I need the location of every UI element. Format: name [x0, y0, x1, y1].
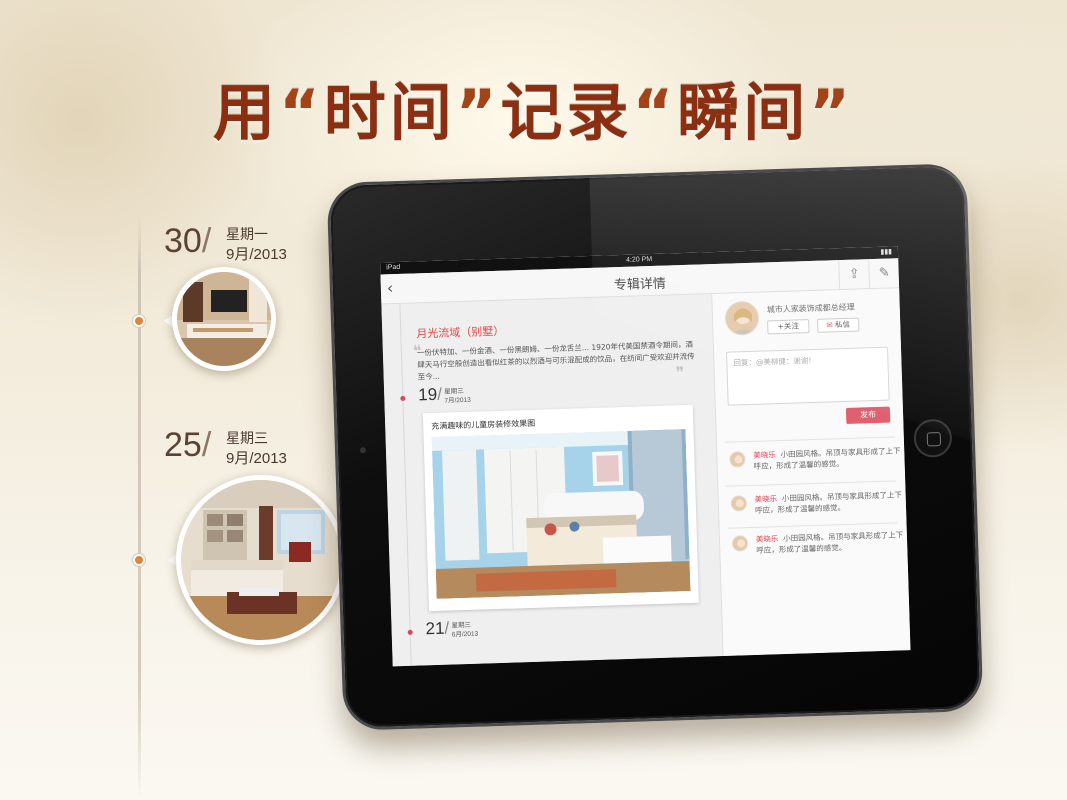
entry-date: 21/ 星期三 6月/2013	[425, 617, 506, 644]
date-slash: /	[201, 222, 212, 260]
timeline-dot[interactable]	[133, 315, 145, 327]
album-timeline-panel: 月光流域（别墅） ❝ 一份伏特加、一份金酒、一份黑朗姆、一份龙舌兰... 192…	[381, 294, 723, 667]
divider	[726, 480, 897, 487]
comment-body: 小田园风格。吊顶与家具形成了上下呼应，形成了温馨的感觉。	[754, 490, 903, 515]
date-slash: /	[201, 426, 212, 464]
lounge-thumbnail	[181, 480, 341, 640]
home-button[interactable]	[913, 418, 953, 458]
camera-lens	[359, 447, 367, 454]
entry-month-year: 7月/2013	[444, 396, 471, 405]
comment-panel: 城市人家装饰成都总经理 +关注 ✉ 私信 回复：@美柳健：谢谢! 发布 美晓乐 …	[711, 288, 911, 656]
entry-slash: /	[444, 618, 450, 638]
comment-item: 美晓乐 小田园风格。吊顶与家具形成了上下呼应，形成了温馨的感觉。	[731, 530, 903, 565]
comment-text: 美晓乐 小田园风格。吊顶与家具形成了上下呼应，形成了温馨的感觉。	[753, 445, 904, 472]
divider	[724, 436, 895, 443]
entry-day: 21	[425, 618, 445, 639]
entry-timeline-line	[399, 303, 412, 666]
mail-icon: ✉	[826, 320, 833, 330]
entry-card[interactable]: 充满趣味的儿童房装修效果图	[422, 404, 699, 612]
timeline-date-1: 30/ 星期一 9月/2013	[164, 222, 314, 268]
commenter-avatar[interactable]	[731, 535, 749, 552]
headline: 用“时间”记录“瞬间”	[0, 62, 1067, 152]
entry-dot	[400, 395, 406, 401]
follow-label: +关注	[777, 321, 800, 332]
tablet-screen: iPad 4:20 PM ▮▮▮ ‹ 专辑详情 ⇪ ✎ 月光流域（别墅） ❝ 一…	[380, 246, 911, 667]
headline-quote: “	[632, 76, 678, 149]
photo-bubble-living-room[interactable]	[172, 267, 276, 371]
headline-quote: ”	[455, 76, 501, 149]
message-button[interactable]: ✉ 私信	[817, 317, 860, 333]
weekday: 星期一	[226, 226, 268, 242]
comment-text: 美晓乐 小田园风格。吊顶与家具形成了上下呼应，形成了温馨的感觉。	[756, 529, 907, 556]
headline-part: 记录	[500, 76, 633, 149]
day-number: 30	[164, 222, 202, 260]
entry-slash: /	[436, 384, 443, 404]
card-title: 充满趣味的儿童房装修效果图	[431, 418, 536, 432]
comment-body: 小田园风格。吊顶与家具形成了上下呼应，形成了温馨的感觉。	[756, 530, 904, 555]
commenter-avatar[interactable]	[729, 451, 746, 468]
album-description: 一份伏特加、一份金酒、一份黑朗姆、一份龙舌兰... 1920年代美国禁酒令期间，…	[416, 339, 695, 382]
reply-placeholder: 回复：@美柳健：谢谢!	[733, 356, 812, 368]
month-year: 9月/2013	[226, 450, 287, 467]
share-icon[interactable]: ⇪	[838, 259, 870, 291]
living-room-thumbnail	[177, 272, 271, 366]
commenter-name[interactable]: 美晓乐	[755, 494, 778, 504]
user-role: 城市人家装饰成都总经理	[766, 302, 855, 315]
timeline-date-2: 25/ 星期三 9月/2013	[164, 426, 314, 472]
entry-month-year: 6月/2013	[451, 630, 479, 639]
entry-day: 19	[417, 384, 438, 405]
day-number: 25	[164, 426, 202, 464]
timeline-dot[interactable]	[133, 554, 145, 566]
message-label: 私信	[834, 319, 851, 330]
avatar[interactable]	[724, 300, 760, 336]
album-title[interactable]: 月光流域（别墅）	[416, 323, 504, 342]
commenter-avatar[interactable]	[730, 495, 748, 512]
headline-word: 时间	[323, 76, 456, 149]
comment-text: 美晓乐 小田园风格。吊顶与家具形成了上下呼应，形成了温馨的感觉。	[755, 489, 906, 516]
photo-bubble-lounge[interactable]	[176, 475, 346, 645]
comment-item: 美晓乐 小田园风格。吊顶与家具形成了上下呼应，形成了温馨的感觉。	[730, 490, 902, 525]
month-year: 9月/2013	[226, 246, 287, 263]
comment-body: 小田园风格。吊顶与家具形成了上下呼应，形成了温馨的感觉。	[753, 446, 901, 471]
kids-room-photo[interactable]	[431, 429, 691, 599]
comment-item: 美晓乐 小田园风格。吊顶与家具形成了上下呼应，形成了温馨的感觉。	[729, 446, 901, 481]
entry-dot	[407, 629, 413, 635]
headline-quote: ”	[809, 76, 855, 149]
close-quote-icon: ❞	[675, 363, 685, 383]
timeline-line	[138, 214, 141, 800]
commenter-name[interactable]: 美晓乐	[753, 450, 776, 460]
battery-icon: ▮▮▮	[880, 248, 893, 256]
commenter-name[interactable]: 美晓乐	[756, 534, 779, 544]
entry-date: 19/ 星期三 7月/2013	[418, 383, 499, 410]
tablet-device: iPad 4:20 PM ▮▮▮ ‹ 专辑详情 ⇪ ✎ 月光流域（别墅） ❝ 一…	[326, 163, 984, 731]
headline-quote: “	[278, 76, 324, 149]
weekday: 星期三	[226, 430, 268, 446]
reply-input[interactable]: 回复：@美柳健：谢谢!	[726, 346, 890, 406]
publish-button[interactable]: 发布	[845, 406, 891, 424]
edit-icon[interactable]: ✎	[868, 258, 900, 290]
headline-word: 瞬间	[677, 76, 810, 149]
headline-part: 用	[212, 76, 279, 149]
follow-button[interactable]: +关注	[767, 319, 810, 335]
